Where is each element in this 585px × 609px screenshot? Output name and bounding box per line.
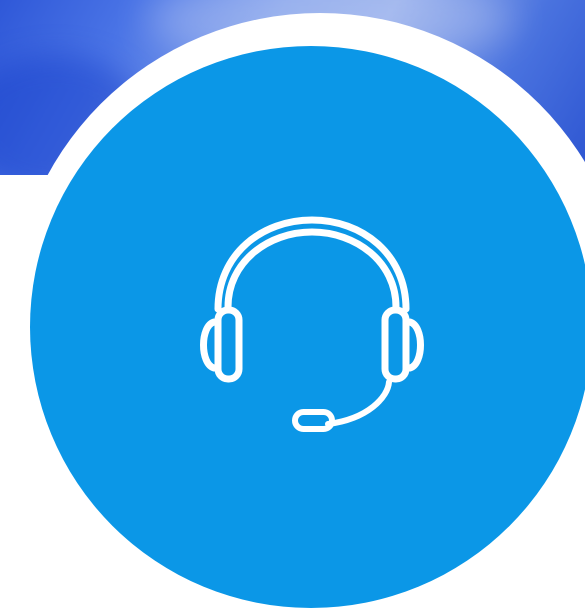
headset-icon	[200, 216, 424, 432]
headset-badge-graphic	[0, 0, 585, 609]
